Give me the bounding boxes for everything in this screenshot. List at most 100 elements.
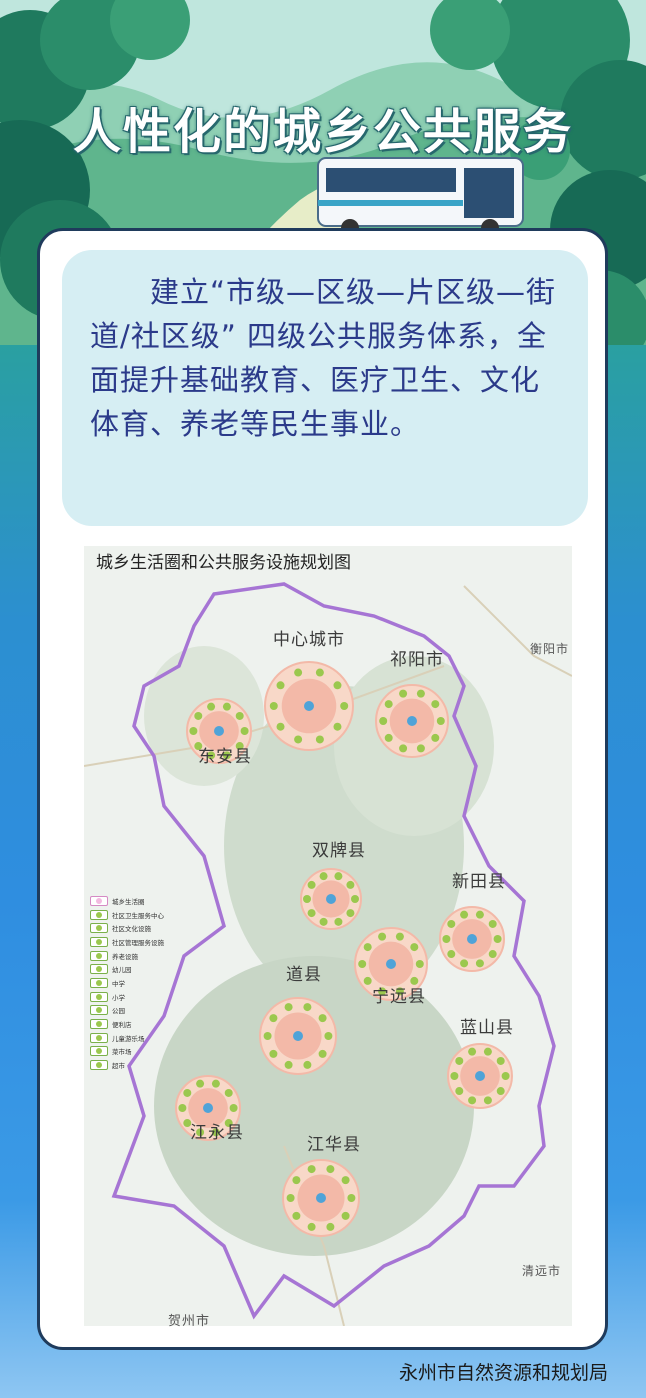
facility-marker (346, 880, 355, 889)
facility-marker (399, 689, 408, 698)
facility-marker (307, 880, 316, 889)
facility-marker (333, 681, 342, 690)
legend-item: 儿童游乐场 (90, 1031, 174, 1045)
facility-marker (207, 702, 216, 711)
legend-label: 养老设施 (112, 952, 138, 961)
facility-marker (276, 722, 285, 731)
facility-marker (340, 702, 349, 710)
facility-marker (333, 722, 342, 731)
facility-marker (347, 1194, 356, 1202)
legend-swatch-icon (90, 936, 108, 947)
facility-marker (319, 917, 328, 926)
facility-marker (240, 727, 249, 735)
legend-item: 社区管理服务设施 (90, 935, 174, 949)
legend-item: 养老设施 (90, 949, 174, 963)
facility-marker (460, 910, 469, 919)
legend-label: 社区管理服务设施 (112, 938, 164, 947)
county-label: 祁阳市 (390, 650, 444, 670)
legend-item: 幼儿园 (90, 962, 174, 976)
facility-marker (358, 960, 367, 968)
facility-marker (324, 1032, 333, 1040)
legend-label: 便利店 (112, 1021, 132, 1030)
facility-marker (318, 1014, 327, 1023)
facility-marker (189, 727, 198, 735)
legend-swatch-icon (90, 1032, 108, 1043)
facility-marker (303, 895, 311, 903)
intro-box: 建立“市级—区级—片区级—街道/社区级” 四级公共服务体系，全面提升基础教育、医… (62, 250, 588, 526)
map-legend: 城乡生活圈 社区卫生服务中心 社区文化设施 社区管理服务设施 养老设施 幼儿园 中学 小学 公园… (90, 894, 174, 1072)
legend-label: 社区文化设施 (112, 925, 151, 934)
facility-marker (501, 1072, 510, 1080)
facility-marker (384, 733, 393, 742)
facility-marker (450, 1072, 459, 1080)
legend-swatch-icon (90, 1060, 108, 1071)
legend-item: 便利店 (90, 1017, 174, 1031)
facility-marker (399, 744, 408, 753)
legend-label: 中学 (112, 979, 125, 988)
facility-marker (269, 1049, 278, 1058)
facility-marker (326, 1222, 335, 1231)
legend-swatch-icon (90, 964, 108, 975)
facility-marker (334, 917, 343, 926)
facility-marker (395, 932, 404, 941)
facility-marker (496, 1056, 505, 1065)
facility-marker (229, 1104, 238, 1112)
life-circle-10 (282, 1159, 360, 1237)
legend-label: 城乡生活圈 (112, 897, 145, 906)
legend-label: 儿童游乐场 (112, 1034, 145, 1043)
facility-marker (468, 1047, 477, 1056)
facility-marker (460, 959, 469, 968)
facility-marker (384, 700, 393, 709)
facility-marker (326, 1165, 335, 1174)
facility-marker (351, 895, 359, 903)
facility-marker (211, 1079, 220, 1088)
facility-marker (483, 1096, 492, 1105)
map-title: 城乡生活圈和公共服务设施规划图 (96, 553, 351, 573)
facility-marker (341, 1211, 350, 1220)
facility-marker (341, 1176, 350, 1185)
county-label: 中心城市 (273, 630, 345, 650)
legend-swatch-icon (90, 895, 108, 906)
facility-marker (455, 1056, 464, 1065)
facility-marker (292, 1176, 301, 1185)
life-circle-8 (447, 1043, 513, 1109)
legend-item: 小学 (90, 990, 174, 1004)
facility-marker (416, 744, 425, 753)
facility-marker (363, 976, 372, 985)
legend-swatch-icon (90, 977, 108, 988)
facility-marker (318, 1049, 327, 1058)
legend-swatch-icon (90, 1005, 108, 1016)
facility-marker (178, 1104, 187, 1112)
facility-marker (307, 1222, 316, 1231)
neighbor-city-label: 清远市 (522, 1264, 562, 1278)
county-label: 新田县 (452, 872, 506, 892)
facility-marker (416, 689, 425, 698)
life-circle-5 (439, 906, 505, 972)
legend-swatch-icon (90, 1019, 108, 1030)
facility-marker (315, 735, 324, 744)
facility-marker (307, 1165, 316, 1174)
legend-swatch-icon (90, 909, 108, 920)
facility-marker (334, 872, 343, 881)
facility-marker (363, 943, 372, 952)
facility-marker (286, 1194, 295, 1202)
life-circle-1 (264, 661, 354, 751)
county-label: 江华县 (307, 1135, 361, 1155)
legend-swatch-icon (90, 950, 108, 961)
legend-swatch-icon (90, 1046, 108, 1057)
facility-marker (303, 1003, 312, 1012)
facility-marker (194, 711, 203, 720)
legend-label: 超市 (112, 1062, 125, 1071)
facility-marker (475, 959, 484, 968)
county-label: 蓝山县 (460, 1018, 514, 1038)
facility-marker (442, 935, 451, 943)
facility-marker (303, 1060, 312, 1069)
facility-marker (475, 910, 484, 919)
facility-marker (183, 1088, 192, 1097)
facility-marker (488, 919, 497, 928)
facility-marker (319, 872, 328, 881)
life-circle-7 (259, 997, 337, 1075)
facility-marker (269, 702, 278, 710)
legend-label: 菜市场 (112, 1048, 132, 1057)
facility-marker (294, 735, 303, 744)
